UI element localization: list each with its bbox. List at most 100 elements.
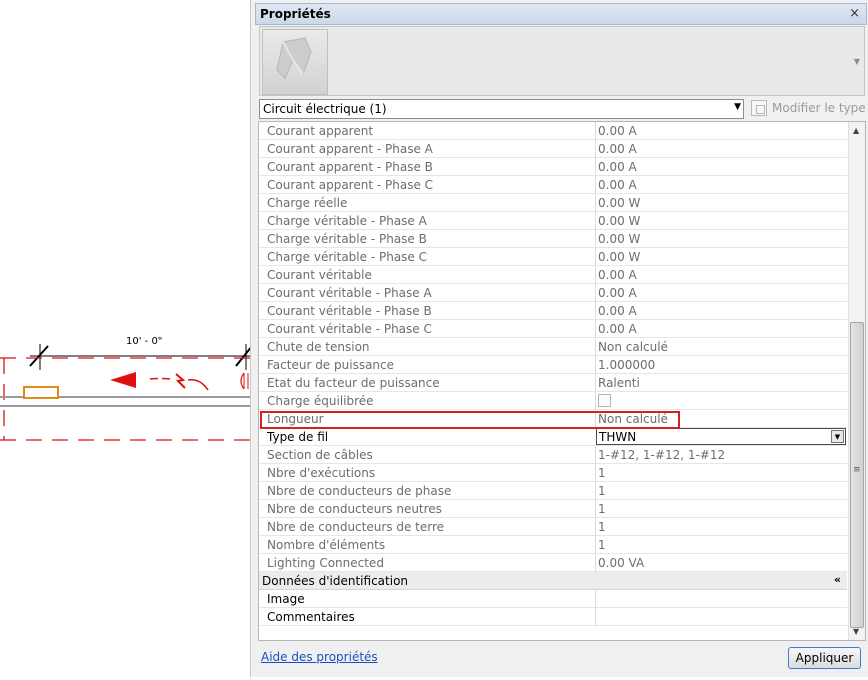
apply-button[interactable]: Appliquer [788, 647, 861, 669]
property-value: Non calculé [598, 340, 668, 354]
property-row-length[interactable]: Longueur Non calculé [259, 410, 847, 428]
edit-type-icon [751, 100, 767, 116]
property-row[interactable]: Nbre de conducteurs neutres 1 [259, 500, 847, 518]
palette-title: Propriétés [260, 7, 331, 21]
property-value[interactable] [598, 610, 844, 626]
property-row[interactable]: Nbre d'exécutions 1 [259, 464, 847, 482]
balanced-load-checkbox[interactable] [598, 394, 611, 407]
property-name: Charge réelle [267, 196, 348, 210]
light-fixture [23, 386, 59, 399]
scroll-thumb[interactable]: ≡ [850, 322, 864, 628]
circuit-wire [149, 377, 171, 380]
property-value: 0.00 W [598, 196, 641, 210]
property-row[interactable]: Courant véritable - Phase A 0.00 A [259, 284, 847, 302]
palette-title-bar[interactable]: Propriétés × [255, 3, 867, 25]
property-name: Lighting Connected [267, 556, 384, 570]
lightning-icon [175, 373, 186, 389]
property-row[interactable]: Etat du facteur de puissance Ralenti [259, 374, 847, 392]
dropdown-arrow-icon[interactable]: ▼ [734, 102, 741, 112]
property-row[interactable]: Charge véritable - Phase B 0.00 W [259, 230, 847, 248]
drawing-canvas[interactable]: 10' - 0" [0, 0, 253, 677]
property-value: 1 [598, 502, 606, 516]
edit-type-label: Modifier le type [772, 101, 866, 115]
properties-palette: Propriétés × ▼ Circuit électrique (1) ▼ … [250, 0, 868, 677]
property-name: Charge véritable - Phase A [267, 214, 427, 228]
property-row[interactable]: Courant véritable - Phase B 0.00 A [259, 302, 847, 320]
property-name: Charge équilibrée [267, 394, 374, 408]
property-value: 0.00 A [598, 268, 637, 282]
property-row[interactable]: Courant apparent - Phase C 0.00 A [259, 176, 847, 194]
properties-grid: Courant apparent 0.00 A Courant apparent… [258, 121, 866, 641]
property-row[interactable]: Nbre de conducteurs de phase 1 [259, 482, 847, 500]
dropdown-arrow-icon[interactable]: ▼ [831, 430, 844, 443]
property-value: 1 [598, 466, 606, 480]
property-value: 0.00 A [598, 160, 637, 174]
property-row[interactable]: Chute de tension Non calculé [259, 338, 847, 356]
property-name: Section de câbles [267, 448, 373, 462]
property-value: Ralenti [598, 376, 640, 390]
property-value: 1 [598, 538, 606, 552]
property-row[interactable]: Lighting Connected 0.00 VA [259, 554, 847, 572]
property-name: Courant véritable - Phase C [267, 322, 432, 336]
circuit-wire-arc [187, 378, 209, 391]
property-row[interactable]: Charge réelle 0.00 W [259, 194, 847, 212]
canvas-svg [0, 344, 253, 441]
property-value: 1-#12, 1-#12, 1-#12 [598, 448, 726, 462]
help-link[interactable]: Aide des propriétés [261, 650, 378, 664]
property-value: 1 [598, 484, 606, 498]
property-name: Nbre de conducteurs de terre [267, 520, 445, 534]
circuit-arrow-icon [110, 372, 136, 388]
property-value: 0.00 A [598, 322, 637, 336]
property-row[interactable]: Courant apparent - Phase A 0.00 A [259, 140, 847, 158]
property-name: Courant apparent [267, 124, 374, 138]
property-name: Courant apparent - Phase A [267, 142, 433, 156]
wire-type-select[interactable]: THWN ▼ [596, 428, 846, 445]
property-value: 0.00 A [598, 286, 637, 300]
property-row[interactable]: Charge véritable - Phase A 0.00 W [259, 212, 847, 230]
scroll-down-icon[interactable]: ▼ [853, 627, 859, 636]
property-row[interactable]: Courant véritable - Phase C 0.00 A [259, 320, 847, 338]
vertical-scrollbar[interactable]: ▲ ≡ ▼ [848, 122, 865, 640]
type-selector[interactable]: Circuit électrique (1) ▼ [259, 99, 744, 119]
property-name: Longueur [267, 412, 324, 426]
property-row[interactable]: Charge véritable - Phase C 0.00 W [259, 248, 847, 266]
type-thumbnail [262, 29, 328, 95]
property-name: Courant apparent - Phase B [267, 160, 433, 174]
property-value: 0.00 A [598, 304, 637, 318]
property-value: Non calculé [598, 412, 668, 426]
property-row[interactable]: Courant apparent - Phase B 0.00 A [259, 158, 847, 176]
property-name: Image [267, 592, 305, 606]
property-value: 0.00 W [598, 232, 641, 246]
property-row-wire-type[interactable]: Type de fil THWN ▼ [259, 428, 847, 446]
property-row[interactable]: Courant apparent 0.00 A [259, 122, 847, 140]
property-name: Charge véritable - Phase C [267, 250, 428, 264]
group-header-identity[interactable]: Données d'identification « [259, 572, 847, 590]
property-row[interactable]: Courant véritable 0.00 A [259, 266, 847, 284]
property-row[interactable]: Section de câbles 1-#12, 1-#12, 1-#12 [259, 446, 847, 464]
property-name: Nbre d'exécutions [267, 466, 376, 480]
collapse-icon[interactable]: « [834, 573, 841, 586]
property-value[interactable] [598, 592, 844, 608]
property-row[interactable]: Nbre de conducteurs de terre 1 [259, 518, 847, 536]
property-row[interactable]: Nombre d'éléments 1 [259, 536, 847, 554]
property-value: 0.00 W [598, 214, 641, 228]
close-icon[interactable]: × [849, 6, 860, 21]
scroll-up-icon[interactable]: ▲ [853, 126, 859, 135]
property-row[interactable]: Image [259, 590, 847, 608]
property-name: Nbre de conducteurs de phase [267, 484, 452, 498]
edit-type-button[interactable]: Modifier le type [751, 99, 866, 119]
type-selector-value: Circuit électrique (1) [263, 102, 387, 116]
property-name: Courant véritable [267, 268, 372, 282]
property-row[interactable]: Commentaires [259, 608, 847, 626]
property-name: Chute de tension [267, 340, 370, 354]
property-name: Charge véritable - Phase B [267, 232, 427, 246]
property-row[interactable]: Charge équilibrée [259, 392, 847, 410]
chevron-down-icon[interactable]: ▼ [854, 57, 860, 66]
property-row[interactable]: Facteur de puissance 1.000000 [259, 356, 847, 374]
dimension-label: 10' - 0" [126, 336, 163, 347]
grip-icon: ≡ [853, 465, 861, 475]
property-name: Etat du facteur de puissance [267, 376, 440, 390]
wire-type-icon [276, 37, 312, 79]
property-value: 0.00 A [598, 142, 637, 156]
group-title: Données d'identification [262, 574, 409, 588]
